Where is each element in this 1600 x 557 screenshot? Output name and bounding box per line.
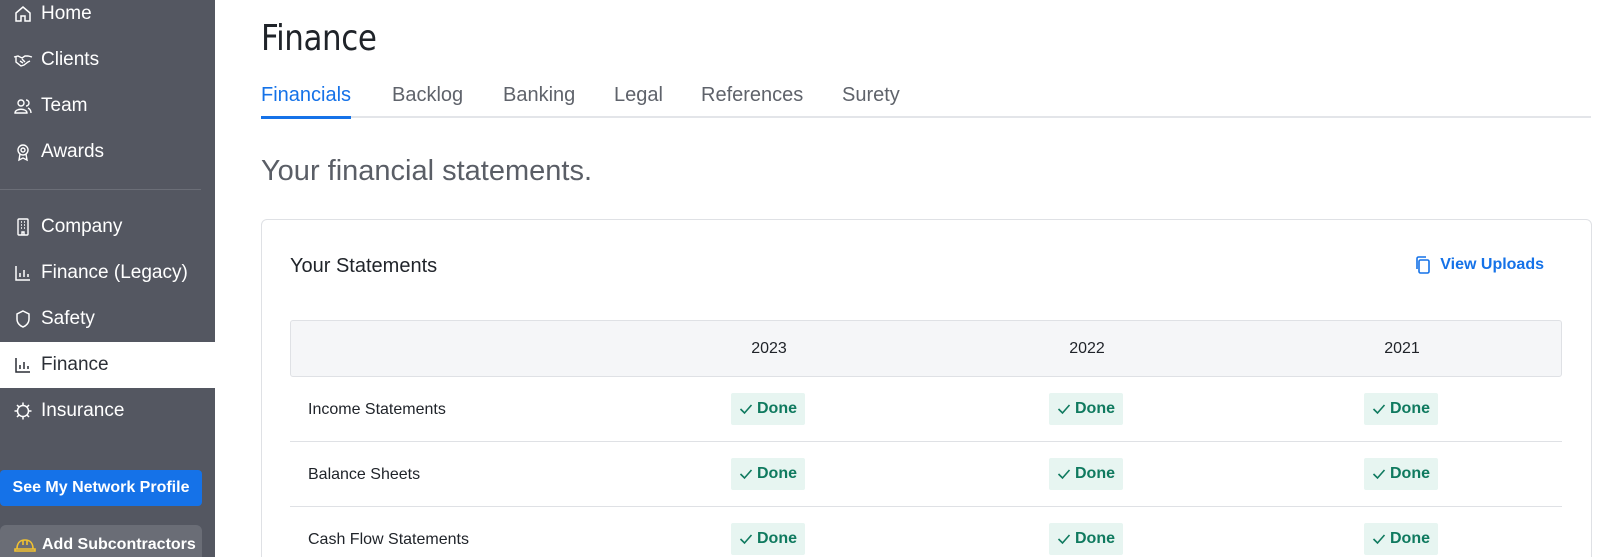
status-text: Done	[1075, 400, 1115, 417]
table-header: 2023 2022 2021	[290, 320, 1562, 377]
tab-backlog[interactable]: Backlog	[392, 84, 463, 118]
sidebar-item-label: Finance	[41, 354, 109, 375]
sidebar-item-label: Insurance	[41, 400, 125, 421]
add-subcontractors-label: Add Subcontractors	[42, 536, 196, 553]
status-text: Done	[1390, 530, 1430, 547]
sidebar-item-label: Team	[41, 95, 88, 116]
sidebar: Home Clients Team Awards Company Finance…	[0, 0, 215, 557]
row-label: Balance Sheets	[308, 466, 421, 483]
tab-references[interactable]: References	[701, 84, 803, 118]
building-icon	[13, 217, 33, 237]
copy-icon	[1416, 256, 1431, 274]
check-icon	[1372, 404, 1386, 415]
sidebar-item-finance[interactable]: Finance	[0, 342, 215, 388]
status-text: Done	[1075, 465, 1115, 482]
tab-financials[interactable]: Financials	[261, 84, 352, 119]
tab-bar: Financials Backlog Banking Legal Referen…	[261, 84, 1591, 119]
row-label: Income Statements	[308, 401, 446, 418]
column-header-2021: 2021	[1384, 340, 1420, 357]
status-text: Done	[757, 530, 797, 547]
status-badge: Done	[1049, 458, 1123, 490]
status-badge: Done	[731, 393, 805, 425]
tab-surety[interactable]: Surety	[842, 84, 900, 118]
status-badge: Done	[1364, 523, 1438, 555]
table-row: Balance Sheets Done Done Done	[290, 442, 1562, 507]
status-badge: Done	[1049, 523, 1123, 555]
sidebar-item-team[interactable]: Team	[0, 83, 215, 129]
status-badge: Done	[1049, 393, 1123, 425]
check-icon	[1057, 534, 1071, 545]
home-icon	[13, 4, 33, 24]
sidebar-item-company[interactable]: Company	[0, 204, 215, 250]
tab-banking[interactable]: Banking	[503, 84, 575, 118]
status-text: Done	[1390, 465, 1430, 482]
card-title: Your Statements	[290, 255, 438, 277]
chart-icon	[13, 355, 33, 375]
gear-icon	[13, 401, 33, 421]
sidebar-item-label: Clients	[41, 49, 100, 70]
sidebar-item-home[interactable]: Home	[0, 0, 215, 37]
row-label: Cash Flow Statements	[308, 531, 469, 548]
sidebar-item-label: Finance (Legacy)	[41, 262, 188, 283]
status-badge: Done	[1364, 458, 1438, 490]
team-icon	[13, 96, 33, 116]
tab-legal[interactable]: Legal	[614, 84, 663, 118]
check-icon	[1372, 469, 1386, 480]
shield-icon	[13, 309, 33, 329]
sidebar-item-label: Safety	[41, 308, 95, 329]
status-text: Done	[1390, 400, 1430, 417]
sidebar-item-label: Awards	[41, 141, 105, 162]
sidebar-item-clients[interactable]: Clients	[0, 37, 215, 83]
handshake-icon	[13, 50, 33, 70]
view-uploads-button[interactable]: View Uploads	[1413, 255, 1544, 275]
check-icon	[1057, 404, 1071, 415]
sidebar-item-finance-legacy[interactable]: Finance (Legacy)	[0, 250, 215, 296]
see-network-profile-button[interactable]: See My Network Profile	[0, 470, 202, 506]
check-icon	[1057, 469, 1071, 480]
column-header-2022: 2022	[1069, 340, 1105, 357]
table-row: Cash Flow Statements Done Done Done	[290, 507, 1562, 557]
page-title: Finance	[261, 18, 377, 59]
sidebar-item-label: Company	[41, 216, 123, 237]
sidebar-item-safety[interactable]: Safety	[0, 296, 215, 342]
page-subtitle: Your financial statements.	[261, 155, 593, 187]
status-text: Done	[757, 400, 797, 417]
chart-icon	[13, 263, 33, 283]
sidebar-item-awards[interactable]: Awards	[0, 129, 215, 175]
status-text: Done	[757, 465, 797, 482]
status-badge: Done	[731, 458, 805, 490]
table-row: Income Statements Done Done Done	[290, 377, 1562, 442]
status-badge: Done	[1364, 393, 1438, 425]
check-icon	[739, 469, 753, 480]
add-subcontractors-button[interactable]: Add Subcontractors	[0, 525, 202, 557]
statements-table: 2023 2022 2021 Income Statements Done Do…	[290, 320, 1562, 557]
hard-hat-icon	[14, 534, 36, 556]
check-icon	[739, 534, 753, 545]
check-icon	[739, 404, 753, 415]
status-text: Done	[1075, 530, 1115, 547]
status-badge: Done	[731, 523, 805, 555]
check-icon	[1372, 534, 1386, 545]
sidebar-divider	[0, 189, 201, 190]
view-uploads-label: View Uploads	[1440, 256, 1544, 273]
statements-card: Your Statements View Uploads 2023 2022 2…	[261, 219, 1592, 557]
award-icon	[13, 142, 33, 162]
sidebar-item-insurance[interactable]: Insurance	[0, 388, 215, 434]
sidebar-item-label: Home	[41, 3, 92, 24]
column-header-2023: 2023	[751, 340, 787, 357]
